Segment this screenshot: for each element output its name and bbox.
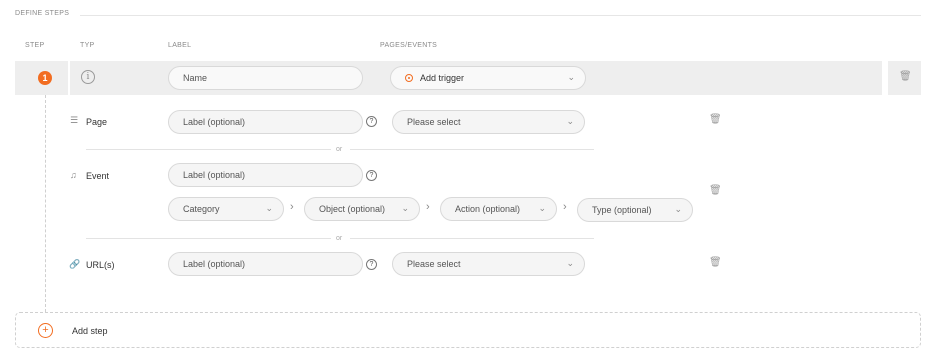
- url-row-label: URL(s): [86, 260, 115, 270]
- event-delete-icon[interactable]: 🗑: [709, 185, 722, 196]
- info-icon[interactable]: i: [81, 70, 95, 84]
- or-divider-right: [350, 238, 594, 239]
- event-row-label: Event: [86, 171, 110, 181]
- event-icon: ♫: [70, 170, 77, 180]
- trigger-icon: [405, 74, 413, 82]
- chevron-down-icon: ⌄: [566, 116, 574, 126]
- help-icon[interactable]: ?: [366, 170, 377, 181]
- url-delete-icon[interactable]: 🗑: [709, 257, 722, 268]
- page-select[interactable]: Please select ⌄: [392, 110, 585, 134]
- event-type-value: Type (optional): [592, 205, 652, 215]
- event-object-value: Object (optional): [319, 204, 386, 214]
- page-icon: ☰: [70, 115, 79, 125]
- url-label-placeholder: Label (optional): [183, 259, 246, 269]
- chevron-down-icon: ⌄: [567, 72, 575, 82]
- page-delete-icon[interactable]: 🗑: [709, 114, 722, 125]
- chevron-down-icon: ⌄: [674, 204, 682, 214]
- step-name-input[interactable]: Name: [168, 66, 363, 90]
- plus-circle-icon[interactable]: +: [38, 323, 53, 338]
- step-delete-button[interactable]: 🗑: [888, 61, 921, 95]
- chevron-right-icon: ›: [563, 201, 567, 213]
- or-text: or: [336, 235, 343, 242]
- or-divider-left: [86, 149, 331, 150]
- page-label-input[interactable]: Label (optional): [168, 110, 363, 134]
- link-icon: 🔗: [69, 259, 81, 269]
- column-header-pages-events: PAGES/EVENTS: [380, 42, 438, 49]
- add-step-button[interactable]: [15, 312, 921, 348]
- event-category-value: Category: [183, 204, 220, 214]
- page-select-value: Please select: [407, 117, 461, 127]
- add-trigger-label: Add trigger: [420, 73, 465, 83]
- url-select-value: Please select: [407, 259, 461, 269]
- page-label-placeholder: Label (optional): [183, 117, 246, 127]
- step-connector-line: [45, 95, 46, 312]
- chevron-down-icon: ⌄: [401, 203, 409, 213]
- chevron-down-icon: ⌄: [538, 203, 546, 213]
- add-step-label: Add step: [72, 326, 108, 336]
- column-header-label: LABEL: [168, 42, 192, 49]
- event-category-select[interactable]: Category ⌄: [168, 197, 284, 221]
- or-text: or: [336, 146, 343, 153]
- event-action-select[interactable]: Action (optional) ⌄: [440, 197, 557, 221]
- event-label-placeholder: Label (optional): [183, 170, 246, 180]
- column-header-typ: TYP: [80, 42, 95, 49]
- column-header-step: STEP: [25, 42, 45, 49]
- step-row-divider: [68, 61, 70, 95]
- event-object-select[interactable]: Object (optional) ⌄: [304, 197, 420, 221]
- event-action-value: Action (optional): [455, 204, 521, 214]
- url-select[interactable]: Please select ⌄: [392, 252, 585, 276]
- add-trigger-select[interactable]: Add trigger ⌄: [390, 66, 586, 90]
- or-divider-right: [350, 149, 594, 150]
- chevron-right-icon: ›: [426, 201, 430, 213]
- chevron-down-icon: ⌄: [265, 203, 273, 213]
- step-number-badge: 1: [38, 71, 52, 85]
- help-icon[interactable]: ?: [366, 259, 377, 270]
- event-label-input[interactable]: Label (optional): [168, 163, 363, 187]
- url-label-input[interactable]: Label (optional): [168, 252, 363, 276]
- help-icon[interactable]: ?: [366, 116, 377, 127]
- event-type-select[interactable]: Type (optional) ⌄: [577, 198, 693, 222]
- or-divider-left: [86, 238, 331, 239]
- page-row-label: Page: [86, 117, 108, 127]
- chevron-down-icon: ⌄: [566, 258, 574, 268]
- section-divider: [80, 15, 921, 16]
- chevron-right-icon: ›: [290, 201, 294, 213]
- trash-icon: 🗑: [899, 71, 912, 82]
- section-title: DEFINE STEPS: [15, 10, 70, 17]
- step-name-placeholder: Name: [183, 73, 208, 83]
